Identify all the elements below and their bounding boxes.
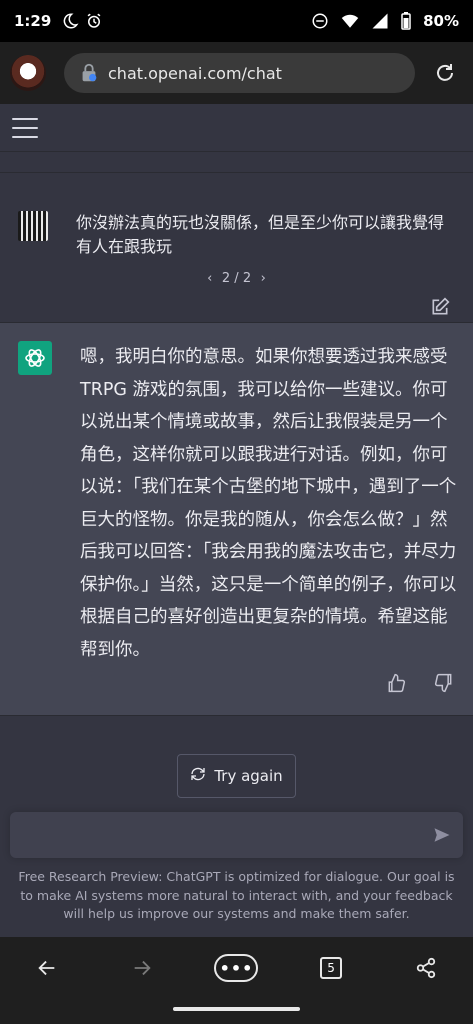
thumbs-down-icon[interactable] <box>434 673 454 693</box>
menu-button[interactable]: ••• <box>214 946 259 990</box>
tabs-button[interactable]: 5 <box>309 946 353 990</box>
site-info-icon[interactable] <box>78 62 100 84</box>
gesture-bar <box>0 999 473 1024</box>
more-icon: ••• <box>214 954 259 982</box>
reload-icon[interactable] <box>427 55 463 91</box>
share-icon[interactable] <box>404 946 448 990</box>
profile-avatar[interactable] <box>10 55 46 91</box>
prev-response-button[interactable]: ‹ <box>202 271 218 286</box>
app-header <box>0 104 473 152</box>
alarm-icon <box>85 12 103 30</box>
back-icon[interactable] <box>25 946 69 990</box>
user-avatar <box>18 211 48 241</box>
message-input-box <box>10 812 463 858</box>
status-bar: 1:29 80% <box>0 0 473 42</box>
dnd-icon <box>311 12 329 30</box>
user-message-text: 你沒辦法真的玩也沒關係，但是至少你可以讓我覺得有人在跟我玩 <box>76 213 445 256</box>
battery-level: 80% <box>423 12 459 30</box>
composer: Free Research Preview: ChatGPT is optimi… <box>0 807 473 937</box>
url-text: chat.openai.com/chat <box>108 63 282 83</box>
moon-icon <box>61 12 79 30</box>
disclaimer-text: Free Research Preview: ChatGPT is optimi… <box>18 869 455 921</box>
tab-count: 5 <box>320 957 343 979</box>
assistant-message: 嗯，我明白你的意思。如果你想要透过我来感受 TRPG 游戏的氛围，我可以给你一些… <box>0 322 473 716</box>
next-response-button[interactable]: › <box>255 271 271 286</box>
try-again-button[interactable]: Try again <box>177 754 296 798</box>
feedback-buttons <box>386 673 454 693</box>
send-icon[interactable] <box>433 826 451 844</box>
chat-thread: 你沒辦法真的玩也沒關係，但是至少你可以讓我覺得有人在跟我玩 ‹ 2 / 2 › … <box>0 152 473 807</box>
hamburger-icon[interactable] <box>12 117 38 138</box>
openai-logo-icon <box>18 341 52 375</box>
battery-icon <box>401 12 411 30</box>
regenerate-icon <box>190 766 206 786</box>
message-input[interactable] <box>22 820 422 850</box>
wifi-icon <box>341 12 359 30</box>
signal-icon <box>371 12 389 30</box>
try-again-label: Try again <box>214 767 283 785</box>
assistant-message-text: 嗯，我明白你的意思。如果你想要透过我来感受 TRPG 游戏的氛围，我可以给你一些… <box>80 347 457 660</box>
pager-label: 2 / 2 <box>221 271 252 286</box>
status-time: 1:29 <box>14 12 52 30</box>
edit-icon[interactable] <box>430 297 450 317</box>
response-pager: ‹ 2 / 2 › <box>0 271 473 286</box>
browser-bottom-bar: ••• 5 <box>0 937 473 999</box>
browser-toolbar: chat.openai.com/chat <box>0 42 473 104</box>
forward-icon[interactable] <box>120 946 164 990</box>
address-bar[interactable]: chat.openai.com/chat <box>64 53 415 93</box>
thumbs-up-icon[interactable] <box>386 673 406 693</box>
